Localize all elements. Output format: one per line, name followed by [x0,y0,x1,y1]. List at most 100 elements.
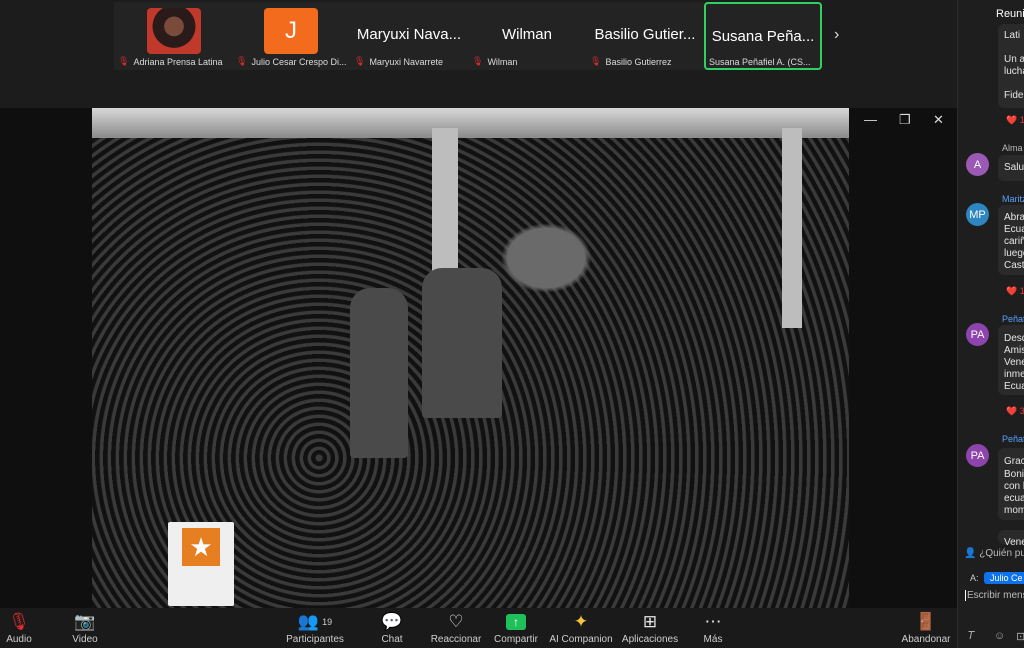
participant-name: Maryuxi Navarrete [369,56,443,67]
participant-tile[interactable]: 🎙 Adriana Prensa Latina [114,2,232,70]
more-label: Más [703,634,723,645]
audio-label: Audio [6,634,32,645]
reaction-count[interactable]: ❤️ 1 [1006,286,1024,297]
more-button[interactable]: ⋯ Más [702,610,724,648]
who-can-see-notice[interactable]: 👤 ¿Quién pu [964,548,1024,559]
format-text-icon[interactable]: 𝑇 [968,630,975,643]
apps-button[interactable]: ⊞ Aplicaciones [622,610,678,648]
chat-panel: Reunic Lati Un a lucha Fidel ❤️ 1 Alma A… [957,0,1024,648]
message-line: Amis [1004,345,1024,356]
react-label: Reaccionar [430,634,482,645]
participant-tile[interactable]: Maryuxi Nava... 🎙 Maryuxi Navarrete [350,2,468,70]
message-line: Lati [1004,30,1021,41]
message-line: con l [1004,481,1024,492]
broadcast-logo: ★ [168,522,234,606]
video-label: Video [72,634,98,645]
mic-muted-icon: 🎙 [354,56,366,66]
video-figure [422,268,502,418]
participant-name: Wilman [487,56,518,67]
who-can-see-text: ¿Quién pu [979,548,1024,559]
participants-count: 19 [322,617,333,627]
message-line: Castr [1004,260,1024,271]
leave-button[interactable]: 🚪 Abandonar [902,610,951,648]
participant-tile[interactable]: J 🎙 Julio Cesar Crespo Di... [232,2,350,70]
message-line: Grac [1004,456,1024,467]
recipient-selector[interactable]: Julio Ce [984,572,1024,584]
participant-photo [147,8,201,54]
video-roof [92,108,849,138]
share-label: Compartir [494,634,538,645]
message-line: Ecua [1004,381,1024,392]
reaction-count[interactable]: ❤️ 3 [1006,406,1024,417]
participant-tile-active-speaker[interactable]: Susana Peña... Susana Peñafiel A. (CS... [704,2,822,70]
message-line: lucha [1004,66,1024,77]
share-arrow-icon: ↑ [506,614,526,630]
meeting-toolbar: 🎙 Audio 📷 Video 👥 19 Participantes 💬 Chat… [0,608,957,648]
message-line: ecua [1004,493,1024,504]
react-button[interactable]: ♡ Reaccionar [430,610,482,648]
participant-display-name: Susana Peña... [711,28,815,45]
more-dots-icon: ⋯ [704,612,722,631]
audio-button[interactable]: 🎙 Audio [4,610,34,648]
reaction-count[interactable]: ❤️ 1 [1006,115,1024,126]
people-icon: 👤 [964,548,977,559]
chat-bubble-icon: 💬 [381,612,403,631]
ai-companion-label: AI Companion [549,634,613,645]
participant-display-name: Basilio Gutier... [594,26,696,43]
heart-icon: ♡ [448,612,464,631]
chevron-right-icon[interactable]: › [834,26,839,44]
sender-avatar: PA [966,323,989,346]
message-sender: Peñaf [1002,434,1024,444]
message-line: Fidel [1004,90,1024,101]
message-line: inme [1004,369,1024,380]
message-line: Ecua [1004,224,1024,235]
message-line: luego [1004,248,1024,259]
participants-label: Participantes [286,634,344,645]
participant-display-name: Wilman [501,26,552,43]
leave-icon: 🚪 [915,612,937,631]
message-line: Boni [1004,469,1024,480]
camera-off-icon: 📷 [74,612,96,631]
video-figure [350,288,408,458]
chat-button[interactable]: 💬 Chat [377,610,407,648]
message-sender: Alma [1002,143,1023,153]
zoom-meeting-window: 🎙 Adriana Prensa Latina J 🎙 Julio Cesar Cr… [0,0,1024,648]
participant-tile[interactable]: Basilio Gutier... 🎙 Basilio Gutierrez [586,2,704,70]
message-line: Abra [1004,212,1024,223]
apps-grid-icon: ⊞ [642,612,658,631]
mic-muted-icon: 🎙 [590,56,602,66]
chat-message-input[interactable]: Escribir mens [965,590,1024,601]
ai-companion-button[interactable]: ✦ AI Companion [549,610,613,648]
sender-avatar: PA [966,444,989,467]
message-line: Un a [1004,54,1024,65]
chat-panel-title: Reunic [996,8,1024,20]
chat-label: Chat [381,634,403,645]
emoji-icon[interactable]: ☺ [994,630,1005,642]
sender-avatar: MP [966,203,989,226]
sender-avatar: A [966,153,989,176]
people-icon: 👥 [297,612,320,631]
shared-video-area: — ❐ ✕ ★ [0,108,957,608]
participant-avatar-letter: J [264,8,318,54]
participant-name: Basilio Gutierrez [605,56,672,67]
recipient-label: A: [970,573,979,583]
participants-button[interactable]: 👥 19 Participantes [284,610,346,648]
participant-name: Susana Peñafiel A. (CS... [709,57,811,67]
share-button[interactable]: ↑ Compartir [493,610,539,648]
participant-name: Julio Cesar Crespo Di... [251,56,347,67]
minimize-icon[interactable]: — [864,112,877,127]
message-sender: Maritz [1002,194,1024,204]
mic-muted-icon: 🎙 [8,612,30,631]
screenshot-icon[interactable]: ⊡ [1016,630,1024,643]
participant-tiles: 🎙 Adriana Prensa Latina J 🎙 Julio Cesar Cr… [114,2,822,70]
video-button[interactable]: 📷 Video [70,610,100,648]
star-logo-icon: ★ [182,528,220,566]
apps-label: Aplicaciones [621,634,679,645]
participant-display-name: Maryuxi Nava... [356,26,462,43]
restore-icon[interactable]: ❐ [899,112,911,128]
sparkle-icon: ✦ [573,612,589,631]
participant-strip: 🎙 Adriana Prensa Latina J 🎙 Julio Cesar Cr… [0,0,957,108]
message-line: cariñ [1004,236,1024,247]
participant-tile[interactable]: Wilman 🎙 Wilman [468,2,586,70]
close-icon[interactable]: ✕ [933,112,944,128]
